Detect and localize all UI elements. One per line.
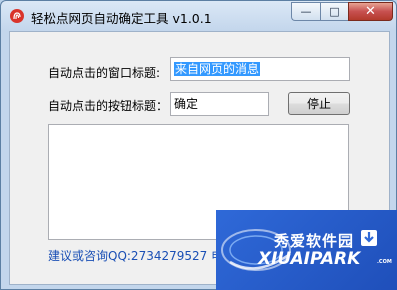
stop-button[interactable]: 停止 [288,92,350,115]
contact-info: 建议或咨询QQ:2734279527 电 [48,249,224,263]
button-title-label: 自动点击的按钮标题： [48,99,169,113]
button-title-input[interactable]: 确定 [170,92,269,116]
fingerprint-icon [10,9,24,23]
maximize-icon: □ [329,5,340,18]
watermark-chinese: 秀爱软件园 [274,232,355,250]
window-title-value: 来自网页的消息 [174,62,261,76]
watermark-english: XIUAIPARK [258,249,361,269]
maximize-button[interactable]: □ [320,2,348,21]
button-title-value: 确定 [174,97,199,111]
watermark-suffix: .COM [377,259,392,265]
stop-button-label: 停止 [306,97,331,111]
minimize-icon: — [300,5,312,18]
window-title-input[interactable]: 来自网页的消息 [170,57,350,81]
watermark-logo: 秀爱软件园 XIUAIPARK .COM [216,210,397,290]
window-title: 轻松点网页自动确定工具 v1.0.1 [31,11,212,26]
title-bar[interactable]: 轻松点网页自动确定工具 v1.0.1 — □ ✕ [1,1,396,31]
close-icon: ✕ [365,4,376,19]
download-arrow-icon [361,230,377,246]
minimize-button[interactable]: — [291,2,320,21]
close-button[interactable]: ✕ [348,2,393,21]
window-title-label: 自动点击的窗口标题: [48,66,161,80]
